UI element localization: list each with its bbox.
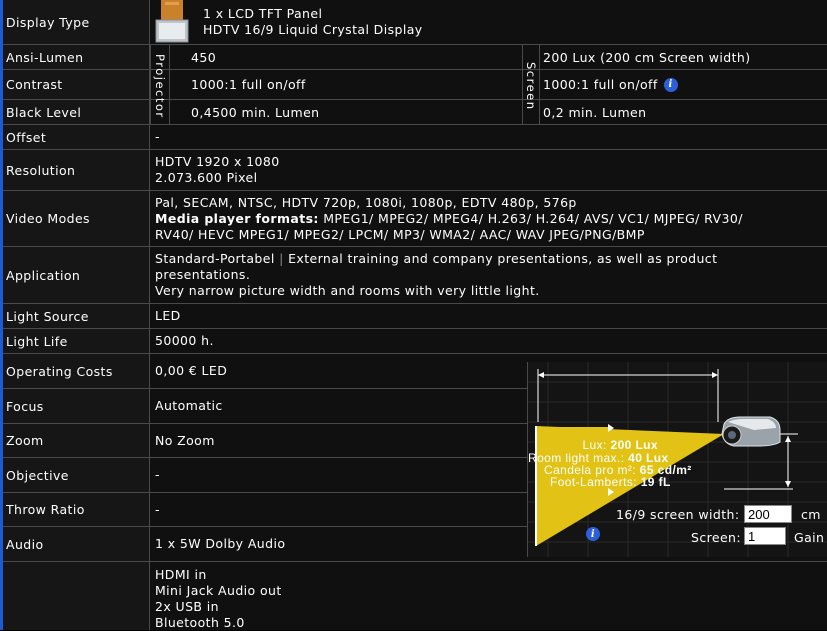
application-text: External training and company presentati… bbox=[288, 251, 718, 266]
row-label: Throw Ratio bbox=[3, 493, 150, 526]
row-display-type: Display Type 1 x LCD TFT Panel HDTV 16/9… bbox=[3, 0, 827, 45]
contrast-screen-cell: 1000:1 full on/off i bbox=[543, 70, 678, 99]
row-label: Resolution bbox=[3, 150, 150, 190]
row-light-life: Light Life 50000 h. bbox=[3, 329, 827, 354]
application-line3: Very narrow picture width and rooms with… bbox=[155, 283, 540, 298]
row-resolution: Resolution HDTV 1920 x 1080 2.073.600 Pi… bbox=[3, 150, 827, 191]
column-divider bbox=[539, 45, 540, 125]
foot-lamberts-line: Foot-Lamberts: 19 fL bbox=[550, 475, 671, 489]
row-label: Video Modes bbox=[3, 191, 150, 246]
video-modes-line1: Pal, SECAM, NTSC, HDTV 720p, 1080i, 1080… bbox=[155, 194, 577, 210]
row-label: Contrast bbox=[3, 70, 150, 99]
lcd-panel-icon bbox=[155, 0, 189, 44]
connections-line3: 2x USB in bbox=[155, 599, 219, 614]
arrow-head bbox=[785, 481, 791, 487]
display-type-line1: 1 x LCD TFT Panel bbox=[203, 6, 323, 21]
connections-line2: Mini Jack Audio out bbox=[155, 583, 282, 598]
row-label: Application bbox=[3, 247, 150, 303]
row-ansi-lumen: Ansi-Lumen 450 200 Lux (200 cm Screen wi… bbox=[3, 45, 827, 70]
column-divider bbox=[150, 45, 151, 125]
row-application: Application Standard-Portabel | External… bbox=[3, 247, 827, 304]
gain-label: Gain bbox=[794, 530, 825, 545]
lux-line: Lux: 200 Lux bbox=[542, 438, 658, 452]
video-modes-line3: RV40/ HEVC MPEG1/ MPEG2/ LPCM/ MP3/ WMA2… bbox=[155, 226, 645, 242]
row-label: Zoom bbox=[3, 424, 150, 457]
row-label bbox=[3, 562, 150, 630]
row-contrast: Contrast 1000:1 full on/off 1000:1 full … bbox=[3, 70, 827, 100]
screen-gain-label: Screen: bbox=[691, 530, 741, 545]
foot-lamberts-value: 19 fL bbox=[640, 475, 671, 489]
info-icon[interactable]: i bbox=[663, 77, 678, 92]
display-type-value: 1 x LCD TFT Panel HDTV 16/9 Liquid Cryst… bbox=[199, 0, 827, 44]
row-label: Black Level bbox=[3, 100, 150, 124]
connections-line4: Bluetooth 5.0 bbox=[155, 615, 245, 630]
light-life-value: 50000 h. bbox=[155, 333, 214, 348]
application-line1: Standard-Portabel | External training an… bbox=[155, 251, 827, 267]
arrow-head bbox=[785, 436, 791, 442]
application-separator: | bbox=[279, 251, 284, 266]
screen-width-input[interactable] bbox=[744, 505, 792, 523]
black-level-screen: 0,2 min. Lumen bbox=[543, 104, 647, 120]
contrast-screen: 1000:1 full on/off bbox=[543, 77, 658, 92]
row-label: Objective bbox=[3, 458, 150, 492]
row-light-source: Light Source LED bbox=[3, 304, 827, 329]
contrast-projector: 1000:1 full on/off bbox=[191, 77, 306, 92]
screen-group-label: Screen bbox=[524, 62, 538, 111]
column-divider bbox=[522, 45, 523, 125]
projector-group-label: Projector bbox=[153, 54, 167, 119]
info-icon[interactable]: i bbox=[586, 527, 600, 541]
application-category: Standard-Portabel bbox=[155, 251, 275, 266]
offset-value: - bbox=[155, 129, 160, 144]
display-type-line2: HDTV 16/9 Liquid Crystal Display bbox=[203, 22, 423, 37]
black-level-projector: 0,4500 min. Lumen bbox=[191, 104, 320, 120]
projector-icon bbox=[721, 416, 781, 447]
screen-width-label: 16/9 screen width: bbox=[616, 507, 740, 522]
connections-line1: HDMI in bbox=[155, 567, 207, 582]
row-label: Light Source bbox=[3, 304, 150, 328]
application-value: Standard-Portabel | External training an… bbox=[151, 247, 827, 303]
light-source-value: LED bbox=[155, 308, 181, 323]
row-video-modes: Video Modes Pal, SECAM, NTSC, HDTV 720p,… bbox=[3, 191, 827, 247]
ansi-lumen-projector: 450 bbox=[191, 49, 217, 65]
row-label: Operating Costs bbox=[3, 354, 150, 388]
row-label: Focus bbox=[3, 389, 150, 423]
arrow-head-right bbox=[712, 372, 718, 378]
media-formats-label: Media player formats: bbox=[155, 210, 319, 226]
media-formats-text: MPEG1/ MPEG2/ MPEG4/ H.263/ H.264/ AVS/ … bbox=[318, 210, 743, 226]
resolution-line1: HDTV 1920 x 1080 bbox=[155, 154, 280, 169]
ansi-lumen-screen: 200 Lux (200 cm Screen width) bbox=[543, 49, 751, 65]
screen-width-unit: cm bbox=[801, 507, 821, 522]
lux-label: Lux: bbox=[582, 438, 607, 452]
video-modes-value: Pal, SECAM, NTSC, HDTV 720p, 1080i, 1080… bbox=[151, 191, 827, 246]
arrow-head-left bbox=[538, 372, 544, 378]
row-label: Display Type bbox=[3, 0, 150, 44]
row-connections: HDMI in Mini Jack Audio out 2x USB in Bl… bbox=[3, 562, 827, 630]
media-formats-line: Media player formats: MPEG1/ MPEG2/ MPEG… bbox=[155, 211, 827, 227]
foot-lamberts-label: Foot-Lamberts: bbox=[550, 475, 637, 489]
row-label: Ansi-Lumen bbox=[3, 45, 150, 69]
resolution-line2: 2.073.600 Pixel bbox=[155, 170, 258, 185]
row-label: Light Life bbox=[3, 329, 150, 353]
column-divider bbox=[169, 45, 170, 125]
connections-value: HDMI in Mini Jack Audio out 2x USB in Bl… bbox=[151, 562, 827, 630]
application-line2: presentations. bbox=[155, 267, 251, 282]
screen-calculator: Lux: 200 Lux Room light max.: 40 Lux Can… bbox=[527, 362, 827, 557]
row-label: Audio bbox=[3, 527, 150, 561]
resolution-value: HDTV 1920 x 1080 2.073.600 Pixel bbox=[151, 150, 827, 190]
row-label: Offset bbox=[3, 125, 150, 149]
lux-value: 200 Lux bbox=[610, 438, 658, 452]
row-offset: Offset - bbox=[3, 125, 827, 150]
row-black-level: Black Level 0,4500 min. Lumen 0,2 min. L… bbox=[3, 100, 827, 125]
gain-input[interactable] bbox=[744, 527, 786, 545]
lux-row: Lux: 200 Lux bbox=[542, 438, 658, 452]
